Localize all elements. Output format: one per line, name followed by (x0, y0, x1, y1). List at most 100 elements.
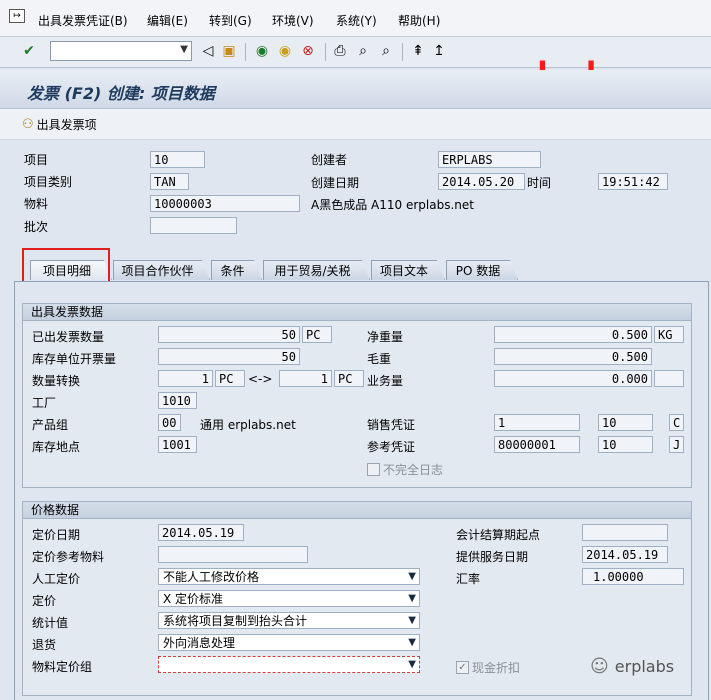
menu-system[interactable]: 系统(Y) (336, 12, 377, 29)
enter-check-icon[interactable]: ✔ (20, 42, 38, 60)
find-next-icon[interactable]: ⌕ (377, 42, 395, 60)
title-bar: 发票 (F2) 创建: 项目数据 (0, 70, 711, 109)
statistical-value-dropdown[interactable]: 系统将项目复制到抬头合计 ▼ (158, 612, 420, 629)
settlement-start-field[interactable] (582, 524, 668, 541)
menu-edit[interactable]: 编辑(E) (147, 12, 188, 29)
cash-discount-checkbox[interactable]: ✓ 现金折扣 (456, 659, 520, 676)
chevron-down-icon: ▼ (408, 571, 416, 582)
material-price-group-dropdown[interactable]: ▼ (158, 656, 420, 673)
chevron-down-icon: ▼ (408, 659, 416, 670)
sales-document-field[interactable]: 1 (494, 414, 580, 431)
service-date-field[interactable]: 2014.05.19 (582, 546, 668, 563)
sales-document-category[interactable]: C (669, 414, 684, 431)
tab-label: 项目文本 (379, 264, 428, 278)
toolbar-separator (402, 43, 403, 61)
tab-po-data[interactable]: PO 数据 (446, 260, 518, 280)
storage-location-field[interactable]: 1001 (158, 436, 197, 453)
wechat-watermark: ☺ erplabs (590, 656, 674, 677)
tab-item-partners[interactable]: 项目合作伙伴 (113, 260, 210, 280)
menu-billing-document[interactable]: 出具发票凭证(B) (38, 12, 128, 29)
incomplete-log-checkbox[interactable]: 不完全日志 (367, 461, 443, 478)
page-title: 发票 (F2) 创建: 项目数据 (27, 84, 215, 103)
volume-unit[interactable] (654, 370, 684, 387)
find-icon[interactable]: ⌕ (354, 42, 372, 60)
cash-discount-label: 现金折扣 (472, 661, 521, 675)
menu-help[interactable]: 帮助(H) (398, 12, 440, 29)
back-icon[interactable]: ◉ (253, 42, 271, 60)
conversion-arrow: <-> (248, 372, 273, 386)
volume-label: 业务量 (367, 374, 404, 388)
checkbox-box: ✓ (456, 661, 469, 674)
conv-right-field[interactable]: 1 (279, 370, 332, 387)
created-on-field[interactable]: 2014.05.20 (438, 173, 525, 190)
exchange-rate-field[interactable]: 1.00000 (582, 568, 684, 585)
item-category-field[interactable]: TAN (150, 173, 189, 190)
returns-dropdown[interactable]: 外向消息处理 ▼ (158, 634, 420, 651)
conv-left-unit[interactable]: PC (215, 370, 245, 387)
exchange-rate-label: 汇率 (456, 572, 481, 586)
chevron-down-icon[interactable]: ▼ (180, 44, 188, 55)
exit-icon[interactable]: ◉ (276, 42, 294, 60)
returns-label: 退货 (32, 638, 57, 652)
product-group-field[interactable]: 00 (158, 414, 181, 431)
billed-qty-field[interactable]: 50 (158, 326, 300, 343)
pricing-date-field[interactable]: 2014.05.19 (158, 524, 244, 541)
pricing-dropdown[interactable]: X 定价标准 ▼ (158, 590, 420, 607)
manual-pricing-label: 人工定价 (32, 572, 81, 586)
material-field[interactable]: 10000003 (150, 195, 300, 212)
settlement-start-label: 会计结算期起点 (456, 528, 541, 542)
tab-foreign-trade[interactable]: 用于贸易/关税 (263, 260, 370, 280)
issue-item-button[interactable]: ⚇ 出具发票项 (22, 116, 97, 133)
plant-field[interactable]: 1010 (158, 392, 197, 409)
command-field[interactable]: ▼ (50, 41, 192, 61)
service-date-label: 提供服务日期 (456, 550, 529, 564)
save-icon[interactable]: ▣ (220, 42, 238, 60)
pricing-ref-material-field[interactable] (158, 546, 308, 563)
group-title: 价格数据 (23, 502, 691, 519)
manual-pricing-dropdown[interactable]: 不能人工修改价格 ▼ (158, 568, 420, 585)
tab-label: PO 数据 (455, 264, 501, 278)
time-field[interactable]: 19:51:42 (598, 173, 668, 190)
batch-field[interactable] (150, 217, 237, 234)
cancel-icon[interactable]: ⊗ (299, 42, 317, 60)
plant-label: 工厂 (32, 396, 57, 410)
application-toolbar: ⚇ 出具发票项 (0, 109, 711, 140)
tab-item-texts[interactable]: 项目文本 (371, 260, 445, 280)
checkbox-box (367, 463, 380, 476)
sales-document-item[interactable]: 10 (598, 414, 653, 431)
tab-conditions[interactable]: 条件 (211, 260, 262, 280)
volume-field[interactable]: 0.000 (494, 370, 652, 387)
pricing-ref-material-label: 定价参考物料 (32, 550, 105, 564)
reference-document-category[interactable]: J (669, 436, 684, 453)
time-label: 时间 (527, 176, 552, 190)
tab-label: 项目合作伙伴 (121, 264, 194, 278)
tab-label: 条件 (220, 264, 245, 278)
reference-document-field[interactable]: 80000001 (494, 436, 580, 453)
gross-weight-field[interactable]: 0.500 (494, 348, 652, 365)
print-icon[interactable]: ⎙ (331, 42, 349, 60)
stock-qty-label: 库存单位开票量 (32, 352, 117, 366)
menu-environment[interactable]: 环境(V) (272, 12, 314, 29)
net-weight-field[interactable]: 0.500 (494, 326, 652, 343)
created-by-field[interactable]: ERPLABS (438, 151, 541, 168)
first-page-icon[interactable]: ⇞ (409, 42, 427, 60)
net-weight-unit[interactable]: KG (654, 326, 684, 343)
product-group-label: 产品组 (32, 418, 69, 432)
menu-goto[interactable]: 转到(G) (209, 12, 252, 29)
conv-right-unit[interactable]: PC (334, 370, 364, 387)
created-by-label: 创建者 (311, 153, 348, 167)
billed-qty-unit[interactable]: PC (302, 326, 332, 343)
item-field[interactable]: 10 (150, 151, 205, 168)
back-arrow-icon[interactable]: ◁ (199, 42, 217, 60)
toolbar-separator (245, 43, 246, 61)
batch-label: 批次 (24, 220, 49, 234)
dropdown-value: 外向消息处理 (163, 636, 236, 650)
stock-qty-field[interactable]: 50 (158, 348, 300, 365)
conv-left-field[interactable]: 1 (158, 370, 213, 387)
chevron-down-icon: ▼ (408, 637, 416, 648)
dropdown-value: 不能人工修改价格 (163, 570, 260, 584)
menu-bar: ↦ 出具发票凭证(B) 编辑(E) 转到(G) 环境(V) 系统(Y) 帮助(H… (0, 0, 711, 37)
menu-icon[interactable]: ↦ (9, 9, 25, 23)
pricing-label: 定价 (32, 594, 57, 608)
reference-document-item[interactable]: 10 (598, 436, 653, 453)
